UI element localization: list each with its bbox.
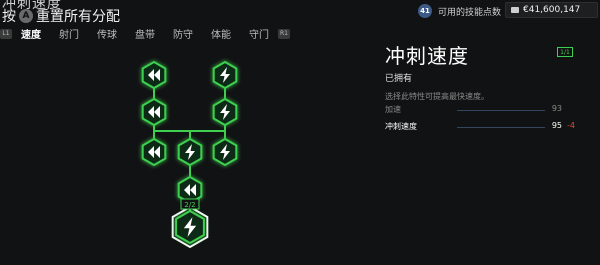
stat-bar [457, 110, 545, 111]
skill-node-selected[interactable] [171, 205, 209, 249]
skill-level-badge: 1/1 [557, 47, 573, 57]
skill-node[interactable] [141, 60, 167, 90]
stat-name: 加速 [385, 105, 401, 114]
skill-title: 冲刺速度 [385, 44, 469, 68]
skill-node[interactable] [141, 97, 167, 127]
stat-bar [457, 127, 545, 128]
stat-row-acceleration: 加速 93 [385, 104, 585, 116]
selected-node-progress-badge: 2/2 [180, 198, 200, 210]
skill-node[interactable] [177, 137, 203, 167]
skill-node[interactable] [212, 60, 238, 90]
skill-node[interactable] [141, 137, 167, 167]
selected-node-progress: 2/2 [184, 201, 195, 209]
stat-value: 95 [551, 121, 562, 130]
skill-description: 选择此特性可提高最快速度。 [385, 92, 489, 101]
stat-name: 冲刺速度 [385, 122, 417, 131]
stat-value: 93 [551, 104, 562, 113]
skill-node[interactable] [212, 137, 238, 167]
skill-node[interactable] [212, 97, 238, 127]
skill-status: 已拥有 [385, 74, 413, 84]
skill-tree-nodes [141, 60, 238, 249]
stat-delta: -4 [567, 121, 575, 130]
stat-row-sprint-speed: 冲刺速度 95 -4 [385, 121, 585, 133]
